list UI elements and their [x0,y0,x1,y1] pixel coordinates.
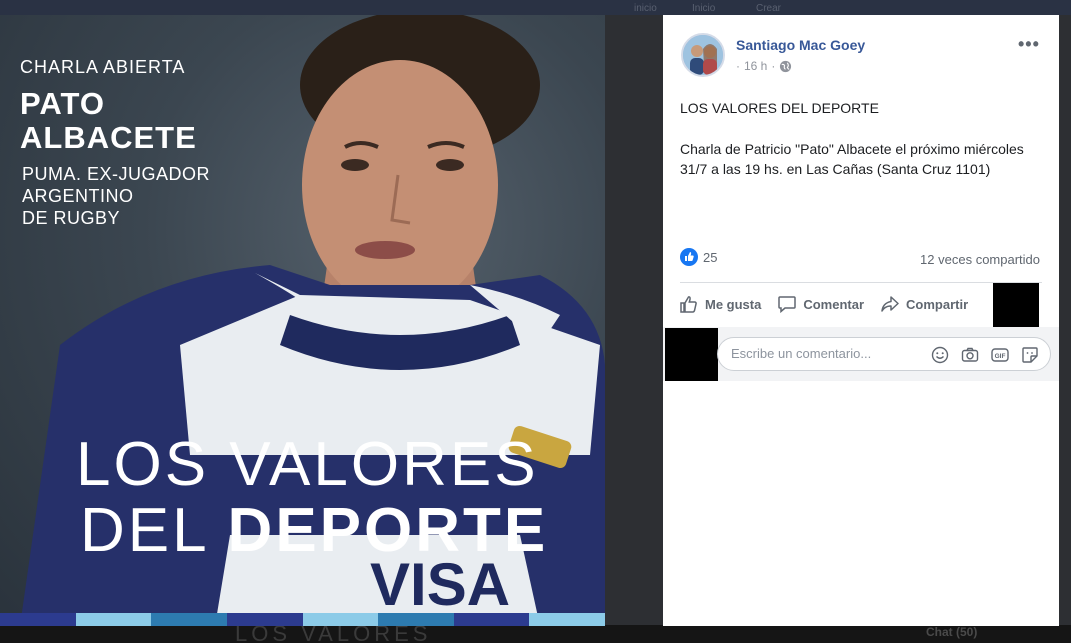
share-button[interactable]: Compartir [880,294,968,314]
post-timestamp[interactable]: 16 h [744,59,767,73]
globe-icon [780,60,792,72]
comment-button[interactable]: Comentar [777,294,864,314]
post-title-text: LOS VALORES DEL DEPORTE [680,100,879,116]
dimmed-nav-item: Inicio [692,3,716,14]
dimmed-chat-label: Chat (50) [926,625,978,639]
share-count-link[interactable]: 12 veces compartido [920,252,1040,267]
post-actions: Me gusta Comentar Compartir [679,294,968,314]
like-label: Me gusta [705,296,762,312]
post-side-panel: Santiago Mac Goey · 16 h · ••• LOS VALOR… [663,15,1059,626]
stripe-segment [0,613,76,626]
reaction-count: 25 [703,249,718,265]
share-arrow-icon [881,296,899,312]
like-button[interactable]: Me gusta [679,294,761,314]
photo-headline-line2: DEL DEPORTE [80,499,548,563]
photo-kicker: CHARLA ABIERTA [20,57,186,77]
gif-icon[interactable]: GIF [990,345,1010,365]
stripe-segment [302,613,379,626]
headline-deporte: DEPORTE [227,496,549,565]
redacted-box [993,283,1039,327]
avatar-image [683,35,723,75]
thumbs-up-icon [680,296,697,313]
dimmed-nav-item: inicio [634,3,657,14]
camera-icon[interactable] [960,345,980,365]
headline-del: DEL [80,496,228,565]
stripe-segment [378,613,454,626]
svg-text:GIF: GIF [995,353,1006,360]
stripe-segment [151,613,227,626]
photo-speaker-name: PATO ALBACETE [20,87,197,155]
speech-bubble-icon [778,296,797,314]
desc-line: DE RUGBY [22,208,121,228]
comment-label: Comentar [803,296,865,312]
reaction-summary[interactable]: 25 [680,248,717,266]
dimmed-nav-item: Crear [756,3,782,14]
like-reaction-icon [680,248,698,266]
comment-tools: GIF [930,345,1040,365]
more-options-button[interactable]: ••• [1018,34,1040,55]
stripe-segment [529,613,605,626]
sticker-icon[interactable] [1020,345,1040,365]
comment-composer[interactable]: GIF [717,337,1051,371]
dimmed-bottom-bar: LOS VALORES Chat (50) [0,621,1071,643]
dimmed-top-bar: inicio Inicio Crear [0,0,1071,15]
stripe-segment [75,613,152,626]
speaker-first-name: PATO [20,86,105,121]
avatar[interactable] [681,33,725,77]
photo-speaker-description: PUMA. EX-JUGADOR ARGENTINO DE RUGBY [22,163,210,229]
stripe-segment [453,613,530,626]
meta-separator: · [771,59,776,73]
meta-separator: · [736,59,740,73]
post-meta: · 16 h · [736,59,792,73]
divider [680,282,1042,283]
emoji-icon[interactable] [930,345,950,365]
stripe-segment [226,613,303,626]
desc-line: ARGENTINO [22,186,134,206]
post-body-text: Charla de Patricio "Pato" Albacete el pr… [680,141,1024,177]
redacted-avatar-box [665,328,718,381]
color-stripe [0,613,605,626]
photo-headline-line1: LOS VALORES [76,430,539,499]
comment-input[interactable] [731,346,911,361]
post-author-link[interactable]: Santiago Mac Goey [736,37,865,53]
speaker-last-name: ALBACETE [20,120,197,155]
share-label: Compartir [906,296,969,312]
desc-line: PUMA. EX-JUGADOR [22,164,211,184]
post-photo[interactable]: VISA CHARLA ABIERTA PATO ALBACETE PUMA. … [0,15,605,626]
